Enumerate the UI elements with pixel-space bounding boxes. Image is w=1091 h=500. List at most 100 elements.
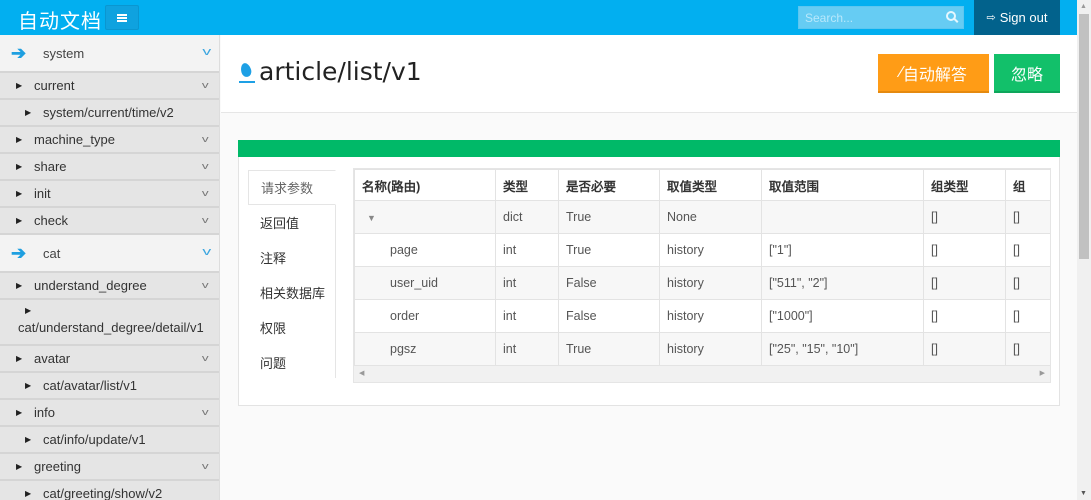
tab-issues[interactable]: 问题	[248, 345, 335, 380]
sidebar-leaf-cat-avatar-list-v1[interactable]: ▶ cat/avatar/list/v1	[0, 373, 219, 400]
sidebar-group-label: system	[43, 45, 85, 61]
chevron-down-icon[interactable]: v	[201, 134, 208, 144]
cell-required: True	[558, 200, 660, 234]
cell-value-type: history	[659, 266, 762, 300]
sign-out-label: Sign out	[999, 10, 1048, 25]
sidebar: ➔ system v ▶ current v ▶ system/current/…	[0, 35, 220, 500]
chevron-down-icon[interactable]: v	[201, 215, 208, 225]
search-input[interactable]	[799, 7, 939, 28]
column-header[interactable]: 组	[1005, 169, 1050, 201]
sidebar-leaf-system-current-time-v2[interactable]: ▶ system/current/time/v2	[0, 100, 219, 127]
tab-request-params[interactable]: 请求参数	[248, 170, 336, 205]
sidebar-item-init[interactable]: ▶ init v	[0, 181, 219, 208]
sidebar-group-label: cat	[43, 245, 61, 261]
sidebar-item-label: avatar	[34, 351, 71, 366]
chevron-down-icon[interactable]: v	[201, 461, 208, 471]
search-box	[798, 6, 964, 29]
cell-required: True	[558, 233, 660, 267]
sidebar-item-avatar[interactable]: ▶ avatar v	[0, 346, 219, 373]
cell-type: dict	[495, 200, 559, 234]
table-row[interactable]: page int True history ["1"] [] []	[354, 233, 1050, 267]
sidebar-item-label: understand_degree	[34, 278, 147, 293]
sidebar-item-understand-degree[interactable]: ▶ understand_degree v	[0, 273, 219, 300]
cell-group-type: []	[923, 200, 1006, 234]
column-header[interactable]: 组类型	[923, 169, 1006, 201]
chevron-down-icon[interactable]: v	[201, 188, 208, 198]
sign-out-button[interactable]: ⇨ Sign out	[974, 0, 1060, 35]
scroll-left-arrow-icon[interactable]: ◀	[359, 369, 364, 377]
arrow-right-icon: ➔	[11, 42, 27, 63]
scroll-up-arrow-icon[interactable]: ▲	[1080, 3, 1087, 10]
sidebar-leaf-cat-info-update-v1[interactable]: ▶ cat/info/update/v1	[0, 427, 219, 454]
cell-name: pgsz	[354, 332, 496, 366]
caret-right-icon: ▶	[16, 81, 23, 90]
brand-title[interactable]: 自动文档	[18, 5, 102, 34]
sidebar-item-label: share	[34, 159, 67, 174]
chevron-down-icon[interactable]: v	[201, 353, 208, 363]
cell-range: ["25", "15", "10"]	[761, 332, 924, 366]
sidebar-group-cat[interactable]: ➔ cat v	[0, 235, 219, 273]
column-header[interactable]: 取值范围	[761, 169, 924, 201]
column-header[interactable]: 是否必要	[558, 169, 660, 201]
params-table: 名称(路由) 类型 是否必要 取值类型 取值范围 组类型 组 ▼ dict Tr…	[354, 169, 1050, 366]
auto-answer-label: 自动解答	[902, 66, 967, 84]
vertical-scrollbar[interactable]: ▲ ▼	[1077, 0, 1091, 500]
sign-out-icon: ⇨	[986, 12, 996, 24]
caret-right-icon: ▶	[16, 408, 23, 417]
column-header[interactable]: 名称(路由)	[354, 169, 496, 201]
sidebar-item-info[interactable]: ▶ info v	[0, 400, 219, 427]
sidebar-item-machine-type[interactable]: ▶ machine_type v	[0, 127, 219, 154]
sidebar-item-current[interactable]: ▶ current v	[0, 73, 219, 100]
sidebar-item-greeting[interactable]: ▶ greeting v	[0, 454, 219, 481]
collapse-triangle-icon[interactable]: ▼	[367, 213, 376, 223]
sidebar-leaf-cat-understand-degree-detail-v1[interactable]: ▶ cat/understand_degree/detail/v1	[0, 300, 219, 346]
table-row[interactable]: pgsz int True history ["25", "15", "10"]…	[354, 332, 1050, 366]
sidebar-leaf-label: cat/avatar/list/v1	[43, 378, 137, 393]
search-icon[interactable]	[946, 11, 956, 21]
scroll-right-arrow-icon[interactable]: ▶	[1040, 369, 1045, 377]
chevron-down-icon[interactable]: v	[201, 280, 208, 290]
chevron-down-icon[interactable]: v	[201, 407, 208, 417]
chevron-down-icon[interactable]: v	[201, 161, 208, 171]
chevron-down-icon[interactable]: v	[202, 246, 211, 258]
column-header[interactable]: 类型	[495, 169, 559, 201]
sidebar-item-check[interactable]: ▶ check v	[0, 208, 219, 235]
scroll-down-arrow-icon[interactable]: ▼	[1080, 490, 1087, 497]
arrow-right-icon: ➔	[11, 242, 27, 263]
sidebar-leaf-cat-greeting-show-v2[interactable]: ▶ cat/greeting/show/v2	[0, 481, 219, 500]
chevron-down-icon[interactable]: v	[202, 46, 211, 58]
tab-return-value[interactable]: 返回值	[248, 205, 335, 240]
sidebar-item-label: check	[34, 213, 68, 228]
tab-related-database[interactable]: 相关数据库	[248, 275, 335, 310]
sidebar-item-label: greeting	[34, 459, 81, 474]
chevron-down-icon[interactable]: v	[201, 80, 208, 90]
tab-comments[interactable]: 注释	[248, 240, 335, 275]
scrollbar-thumb[interactable]	[1079, 14, 1089, 259]
table-row[interactable]: order int False history ["1000"] [] []	[354, 299, 1050, 333]
cell-group-type: []	[923, 332, 1006, 366]
table-row[interactable]: ▼ dict True None [] []	[354, 200, 1050, 234]
menu-toggle-button[interactable]	[105, 5, 139, 30]
caret-right-icon: ▶	[25, 489, 32, 498]
tab-permissions[interactable]: 权限	[248, 310, 335, 345]
page-header: article/list/v1 ⁄ 自动解答 忽略	[221, 35, 1077, 113]
ignore-button[interactable]: 忽略	[994, 54, 1060, 93]
cell-range	[761, 200, 924, 234]
sidebar-leaf-label: cat/understand_degree/detail/v1	[18, 320, 204, 335]
auto-answer-button[interactable]: ⁄ 自动解答	[878, 54, 989, 93]
sidebar-leaf-label: system/current/time/v2	[43, 105, 174, 120]
horizontal-scrollbar[interactable]: ◀ ▶	[354, 365, 1050, 382]
page-title-text: article/list/v1	[259, 57, 422, 86]
column-header[interactable]: 取值类型	[659, 169, 762, 201]
sidebar-item-share[interactable]: ▶ share v	[0, 154, 219, 181]
caret-right-icon: ▶	[25, 306, 32, 315]
hamburger-icon	[117, 16, 127, 19]
table-row[interactable]: user_uid int False history ["511", "2"] …	[354, 266, 1050, 300]
cell-group-type: []	[923, 299, 1006, 333]
params-table-container: 名称(路由) 类型 是否必要 取值类型 取值范围 组类型 组 ▼ dict Tr…	[353, 168, 1051, 383]
panel-header-bar	[238, 140, 1060, 157]
sidebar-group-system[interactable]: ➔ system v	[0, 35, 219, 73]
cell-required: False	[558, 299, 660, 333]
caret-right-icon: ▶	[16, 281, 23, 290]
caret-right-icon: ▶	[25, 381, 32, 390]
